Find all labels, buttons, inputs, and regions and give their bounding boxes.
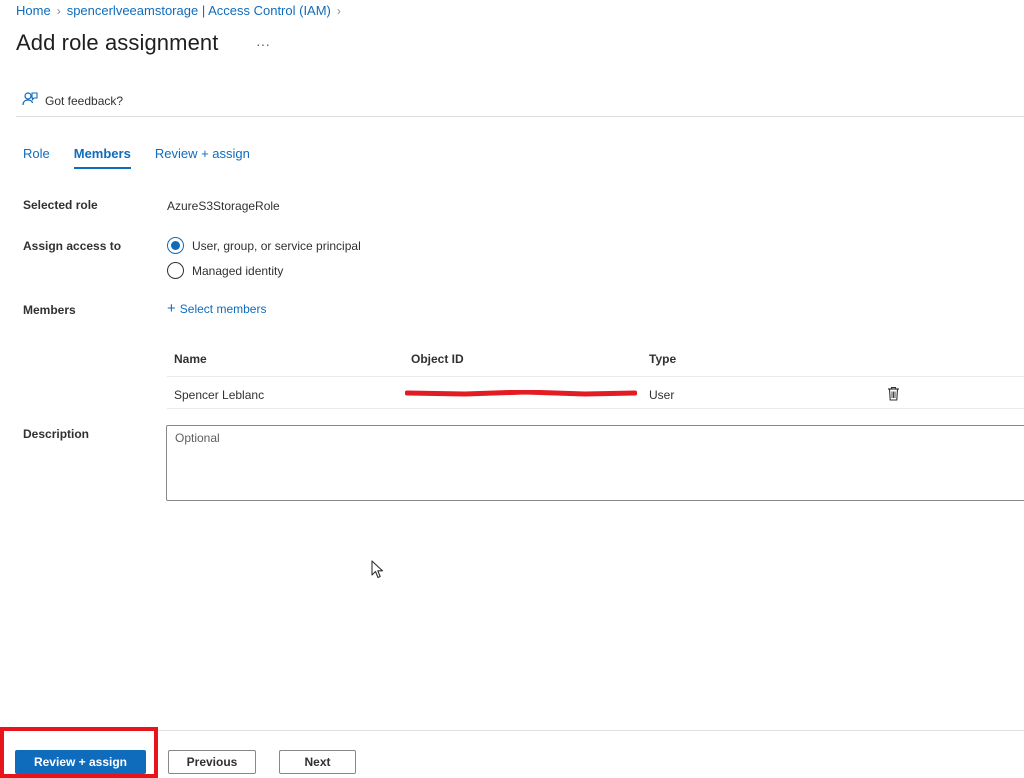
description-textarea[interactable] — [166, 425, 1024, 501]
chevron-right-icon: › — [56, 3, 61, 18]
review-assign-button[interactable]: Review + assign — [15, 750, 146, 774]
page-title: Add role assignment — [16, 30, 219, 55]
tab-role[interactable]: Role — [23, 146, 50, 169]
radio-user-group-sp[interactable]: User, group, or service principal — [167, 237, 361, 254]
cursor-icon — [371, 560, 385, 583]
redaction-mark — [405, 390, 637, 397]
member-type: User — [649, 388, 675, 402]
tab-review-assign[interactable]: Review + assign — [155, 146, 250, 169]
chevron-right-icon: › — [336, 3, 341, 18]
breadcrumb-home[interactable]: Home — [16, 3, 51, 18]
feedback-link[interactable]: Got feedback? — [22, 91, 123, 110]
selected-role-label: Selected role — [23, 198, 98, 212]
feedback-label: Got feedback? — [45, 93, 124, 108]
wizard-tabs: Role Members Review + assign — [23, 146, 250, 169]
breadcrumb: Home › spencerlveeamstorage | Access Con… — [16, 3, 341, 18]
feedback-icon — [22, 91, 38, 110]
radio-unchecked-icon[interactable] — [167, 262, 184, 279]
select-members-label: Select members — [179, 302, 267, 316]
description-placeholder: Optional — [175, 431, 220, 445]
delete-icon[interactable] — [887, 386, 900, 404]
selected-role-value: AzureS3StorageRole — [167, 199, 280, 213]
more-icon[interactable]: ··· — [256, 36, 270, 52]
column-header-type: Type — [649, 352, 677, 366]
radio-label: Managed identity — [192, 263, 284, 278]
radio-managed-identity[interactable]: Managed identity — [167, 262, 283, 279]
previous-button[interactable]: Previous — [168, 750, 256, 774]
column-header-object-id: Object ID — [411, 352, 464, 366]
description-label: Description — [23, 427, 90, 441]
plus-icon: + — [167, 300, 176, 317]
breadcrumb-iam[interactable]: spencerlveeamstorage | Access Control (I… — [67, 3, 331, 18]
header-divider — [16, 116, 1024, 117]
members-label: Members — [23, 303, 76, 317]
assign-access-label: Assign access to — [23, 239, 122, 253]
table-divider — [167, 376, 1024, 377]
next-button[interactable]: Next — [279, 750, 356, 774]
select-members-link[interactable]: + Select members — [167, 300, 267, 317]
radio-label: User, group, or service principal — [192, 238, 361, 253]
table-row-divider — [167, 408, 1024, 409]
member-name: Spencer Leblanc — [174, 388, 265, 402]
column-header-name: Name — [174, 352, 207, 366]
radio-checked-icon[interactable] — [167, 237, 184, 254]
tab-members[interactable]: Members — [73, 146, 131, 169]
